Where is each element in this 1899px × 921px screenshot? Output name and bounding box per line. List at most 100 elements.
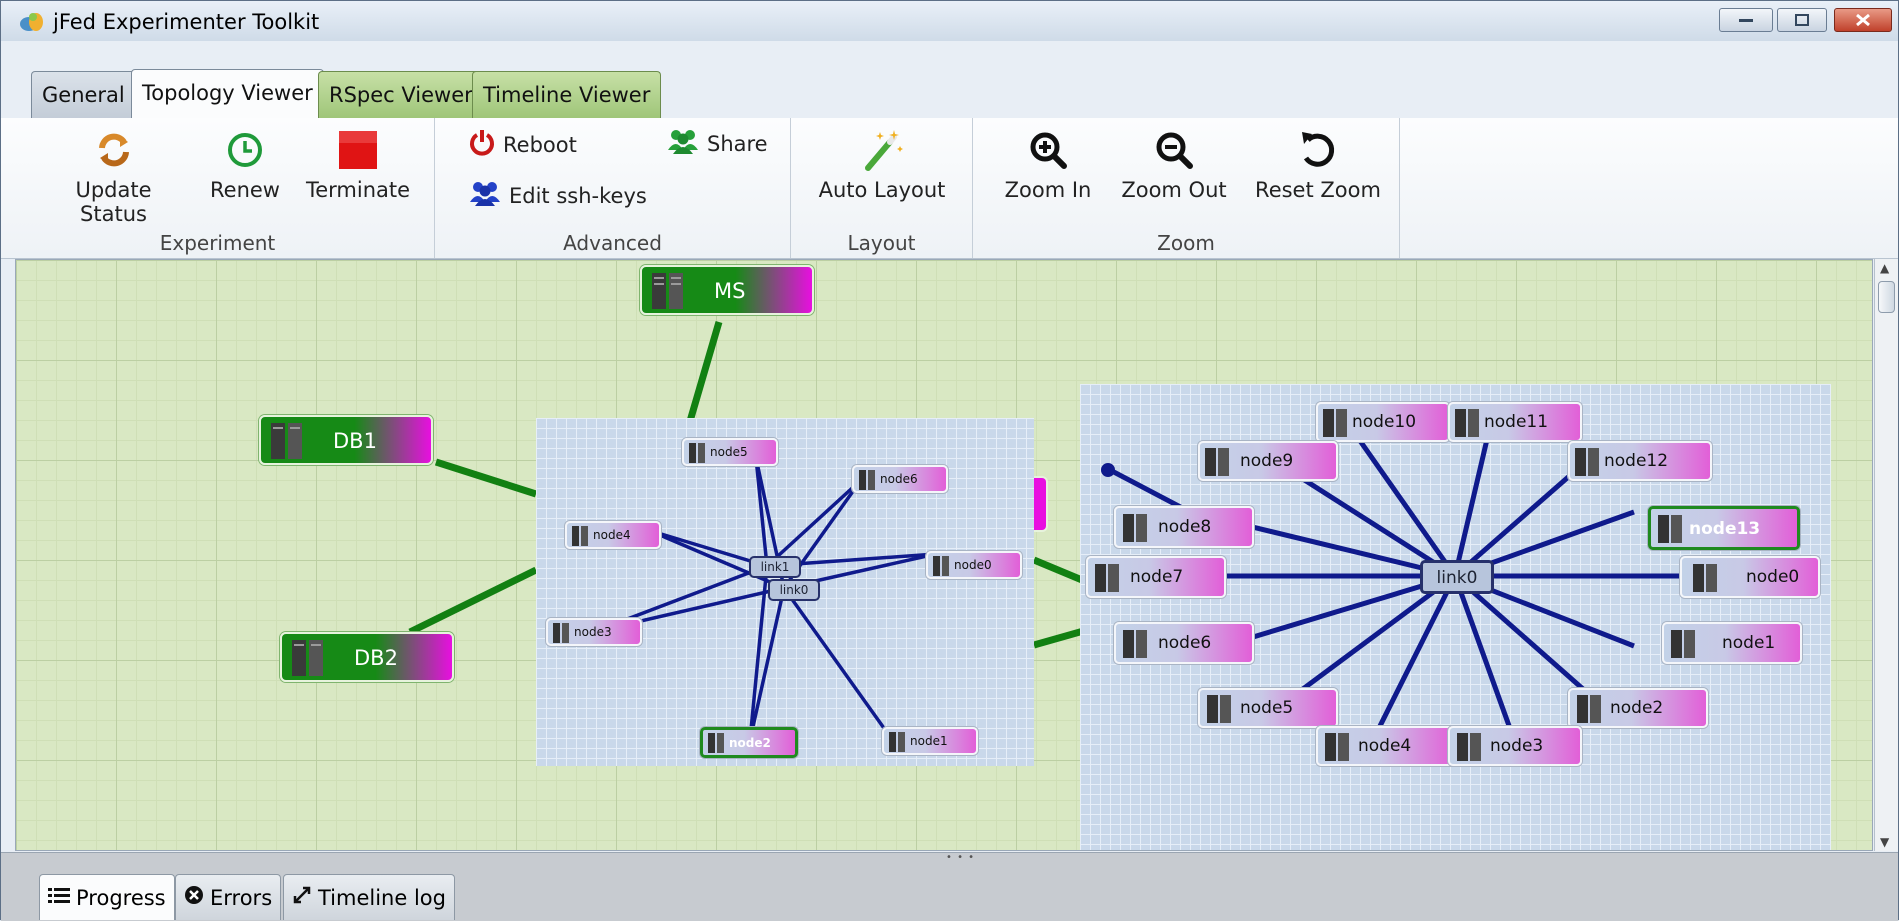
renew-label: Renew bbox=[210, 178, 280, 202]
tab-timeline-viewer[interactable]: Timeline Viewer bbox=[472, 71, 662, 119]
edit-ssh-keys-label: Edit ssh-keys bbox=[509, 183, 647, 208]
clock-icon bbox=[205, 128, 285, 172]
maximize-button[interactable] bbox=[1777, 8, 1827, 32]
tab-topology-viewer[interactable]: Topology Viewer bbox=[131, 69, 324, 119]
right-node6-label: node6 bbox=[1158, 633, 1212, 653]
node-db2-label: DB2 bbox=[354, 646, 398, 670]
right-node12[interactable]: node12 bbox=[1568, 441, 1712, 481]
dangling-link-end bbox=[1101, 463, 1115, 477]
server-icon bbox=[1324, 732, 1350, 767]
left-node2[interactable]: node2 bbox=[700, 727, 798, 758]
auto-layout-button[interactable]: Auto Layout bbox=[807, 128, 957, 202]
tab-errors[interactable]: Errors bbox=[175, 874, 282, 920]
right-node8[interactable]: node8 bbox=[1114, 506, 1254, 548]
node-db1[interactable]: DB1 bbox=[259, 415, 433, 465]
app-window: jFed Experimenter Toolkit General Topolo… bbox=[0, 0, 1899, 921]
close-button[interactable] bbox=[1834, 8, 1892, 32]
zoom-in-button[interactable]: Zoom In bbox=[1003, 128, 1093, 202]
right-node7[interactable]: node7 bbox=[1086, 556, 1226, 598]
left-node5[interactable]: node5 bbox=[682, 438, 778, 466]
zoom-out-button[interactable]: Zoom Out bbox=[1119, 128, 1229, 202]
link-db2 bbox=[408, 566, 538, 636]
right-node8-label: node8 bbox=[1158, 517, 1212, 537]
tab-timeline-log-label: Timeline log bbox=[318, 885, 446, 910]
renew-button[interactable]: Renew bbox=[205, 128, 285, 202]
splitter-grip[interactable]: • • • bbox=[946, 852, 975, 863]
right-node2-label: node2 bbox=[1610, 698, 1664, 718]
terminate-label: Terminate bbox=[305, 178, 411, 202]
left-node3[interactable]: node3 bbox=[546, 618, 642, 646]
left-node3-label: node3 bbox=[574, 625, 612, 639]
right-node6[interactable]: node6 bbox=[1114, 622, 1254, 664]
server-icon bbox=[1657, 514, 1683, 549]
topology-canvas[interactable]: MS DB1 DB2 node5 node6 node4 node0 node3… bbox=[15, 259, 1873, 851]
right-node5[interactable]: node5 bbox=[1198, 688, 1338, 728]
right-node9-label: node9 bbox=[1240, 451, 1294, 471]
right-node3[interactable]: node3 bbox=[1448, 726, 1582, 766]
right-node10-label: node10 bbox=[1352, 412, 1417, 432]
server-icon bbox=[290, 638, 326, 683]
terminate-button[interactable]: Terminate bbox=[303, 128, 413, 202]
server-icon bbox=[1454, 408, 1480, 443]
update-status-button[interactable]: Update Status bbox=[41, 128, 186, 226]
left-node1[interactable]: node1 bbox=[882, 727, 978, 755]
right-link0[interactable]: link0 bbox=[1420, 560, 1494, 594]
right-node3-label: node3 bbox=[1490, 736, 1544, 756]
minimize-button[interactable] bbox=[1719, 8, 1773, 32]
right-node13[interactable]: node13 bbox=[1648, 506, 1800, 550]
reboot-button[interactable]: Reboot bbox=[469, 128, 577, 161]
node-db2[interactable]: DB2 bbox=[280, 632, 454, 682]
right-node11-label: node11 bbox=[1484, 412, 1549, 432]
hidden-node-edge bbox=[1034, 476, 1048, 532]
share-label: Share bbox=[707, 131, 768, 156]
right-node2[interactable]: node2 bbox=[1568, 688, 1708, 728]
right-node1[interactable]: node1 bbox=[1662, 622, 1802, 664]
right-node10[interactable]: node10 bbox=[1316, 402, 1450, 442]
left-node5-label: node5 bbox=[710, 445, 748, 459]
left-node0[interactable]: node0 bbox=[926, 551, 1022, 579]
vertical-scrollbar[interactable]: ▲ ▼ bbox=[1874, 259, 1898, 851]
right-node4[interactable]: node4 bbox=[1316, 726, 1456, 766]
right-node11[interactable]: node11 bbox=[1448, 402, 1582, 442]
server-icon bbox=[1670, 629, 1696, 664]
server-icon bbox=[1574, 447, 1600, 482]
node-ms[interactable]: MS bbox=[640, 265, 814, 315]
tab-general[interactable]: General bbox=[31, 71, 136, 119]
scroll-up-icon[interactable]: ▲ bbox=[1880, 261, 1889, 275]
server-icon bbox=[688, 442, 706, 467]
reboot-label: Reboot bbox=[503, 132, 577, 157]
share-button[interactable]: Share bbox=[667, 128, 768, 159]
left-cluster-panel[interactable]: node5 node6 node4 node0 node3 node2 node… bbox=[536, 418, 1034, 766]
right-node0[interactable]: node0 bbox=[1680, 556, 1820, 598]
update-status-label: Update Status bbox=[75, 178, 152, 226]
left-node6[interactable]: node6 bbox=[852, 465, 948, 493]
layout-group-label: Layout bbox=[847, 231, 916, 255]
users-blue-icon bbox=[469, 180, 501, 211]
scroll-thumb[interactable] bbox=[1878, 281, 1895, 313]
left-node0-label: node0 bbox=[954, 558, 992, 572]
reset-zoom-button[interactable]: Reset Zoom bbox=[1253, 128, 1383, 202]
tab-rspec-viewer[interactable]: RSpec Viewer bbox=[318, 71, 484, 119]
advanced-group: Reboot Share Edit ssh-keys Advanced bbox=[435, 118, 791, 258]
tab-errors-label: Errors bbox=[210, 885, 273, 910]
edit-ssh-keys-button[interactable]: Edit ssh-keys bbox=[469, 180, 647, 211]
scroll-down-icon[interactable]: ▼ bbox=[1880, 835, 1889, 849]
server-icon bbox=[1122, 513, 1148, 548]
node-ms-label: MS bbox=[714, 279, 746, 303]
layout-group: Auto Layout Layout bbox=[791, 118, 973, 258]
zoom-in-label: Zoom In bbox=[1004, 178, 1092, 202]
node-db1-label: DB1 bbox=[333, 429, 377, 453]
tab-timeline-log[interactable]: Timeline log bbox=[283, 874, 455, 920]
ribbon-toolbar: Update Status Renew Terminate Experiment… bbox=[1, 118, 1898, 259]
left-link0[interactable]: link0 bbox=[768, 579, 820, 601]
right-node9[interactable]: node9 bbox=[1198, 441, 1338, 481]
power-icon bbox=[469, 128, 495, 161]
server-icon bbox=[1204, 447, 1230, 482]
server-icon bbox=[1456, 732, 1482, 767]
left-node4[interactable]: node4 bbox=[565, 521, 661, 549]
right-cluster-panel[interactable]: node10 node11 node9 node12 node8 node13 bbox=[1080, 384, 1831, 850]
server-icon bbox=[1122, 629, 1148, 664]
left-link1[interactable]: link1 bbox=[749, 556, 801, 578]
right-node13-label: node13 bbox=[1689, 519, 1761, 539]
tab-progress[interactable]: Progress bbox=[39, 874, 175, 920]
